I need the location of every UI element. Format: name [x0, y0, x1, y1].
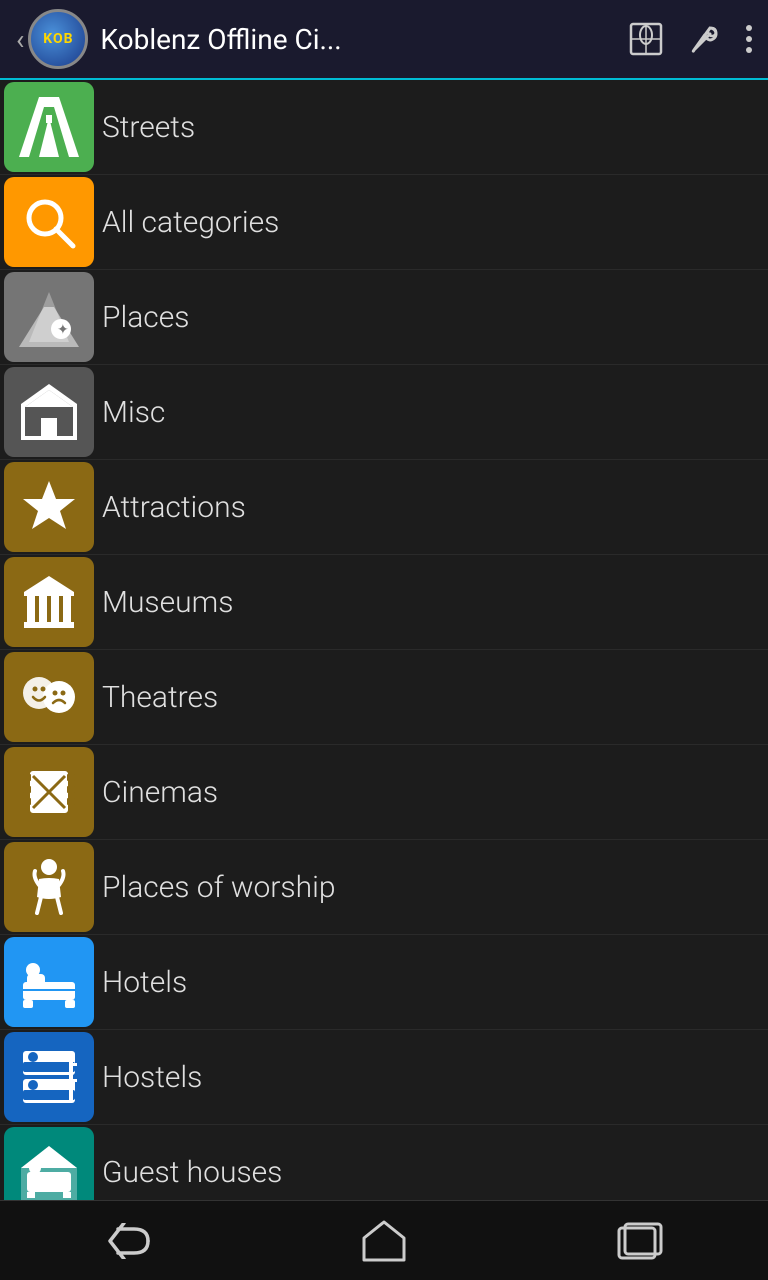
dot3: [746, 47, 752, 53]
all-categories-label: All categories: [102, 205, 279, 240]
home-button[interactable]: [354, 1216, 414, 1266]
svg-text:✦: ✦: [57, 322, 69, 338]
header-actions: [628, 21, 752, 57]
hotels-label: Hotels: [102, 965, 187, 1000]
streets-label: Streets: [102, 110, 195, 145]
worship-icon-box: [4, 842, 94, 932]
dot1: [746, 25, 752, 31]
menu-item-theatres[interactable]: Theatres: [0, 650, 768, 745]
guesthouses-icon-box: [4, 1127, 94, 1200]
attractions-label: Attractions: [102, 490, 246, 525]
recents-button[interactable]: [610, 1216, 670, 1266]
hostels-icon-box: [4, 1032, 94, 1122]
guest-houses-label: Guest houses: [102, 1155, 282, 1190]
menu-item-attractions[interactable]: Attractions: [0, 460, 768, 555]
menu-item-streets[interactable]: Streets: [0, 80, 768, 175]
app-header: ‹ KOB Koblenz Offline Ci...: [0, 0, 768, 80]
menu-item-hostels[interactable]: Hostels: [0, 1030, 768, 1125]
cinemas-label: Cinemas: [102, 775, 218, 810]
more-options-icon[interactable]: [746, 25, 752, 53]
menu-item-cinemas[interactable]: Cinemas: [0, 745, 768, 840]
attractions-icon-box: [4, 462, 94, 552]
app-title: Koblenz Offline Ci...: [100, 23, 628, 56]
museums-icon-box: [4, 557, 94, 647]
theatres-icon-box: [4, 652, 94, 742]
menu-item-all-categories[interactable]: All categories: [0, 175, 768, 270]
theatres-label: Theatres: [102, 680, 218, 715]
menu-item-places-of-worship[interactable]: Places of worship: [0, 840, 768, 935]
menu-item-places[interactable]: ✦ Places: [0, 270, 768, 365]
misc-icon-box: [4, 367, 94, 457]
menu-item-guest-houses[interactable]: Guest houses: [0, 1125, 768, 1200]
map-icon[interactable]: [628, 21, 664, 57]
menu-item-misc[interactable]: Misc: [0, 365, 768, 460]
streets-icon-box: [4, 82, 94, 172]
menu-item-hotels[interactable]: Hotels: [0, 935, 768, 1030]
museums-label: Museums: [102, 585, 233, 620]
places-label: Places: [102, 300, 189, 335]
dot2: [746, 36, 752, 42]
logo-text: KOB: [43, 31, 73, 47]
app-logo: KOB: [28, 9, 88, 69]
settings-icon[interactable]: [688, 22, 722, 56]
menu-list: Streets All categories ✦ Places: [0, 80, 768, 1200]
back-chevron[interactable]: ‹: [16, 23, 24, 56]
back-button[interactable]: [98, 1216, 158, 1266]
hotels-icon-box: [4, 937, 94, 1027]
cinemas-icon-box: [4, 747, 94, 837]
menu-item-museums[interactable]: Museums: [0, 555, 768, 650]
worship-label: Places of worship: [102, 870, 335, 905]
places-icon-box: ✦: [4, 272, 94, 362]
bottom-navigation: [0, 1200, 768, 1280]
dots-container: [746, 25, 752, 53]
misc-label: Misc: [102, 395, 165, 430]
all-categories-icon-box: [4, 177, 94, 267]
hostels-label: Hostels: [102, 1060, 202, 1095]
